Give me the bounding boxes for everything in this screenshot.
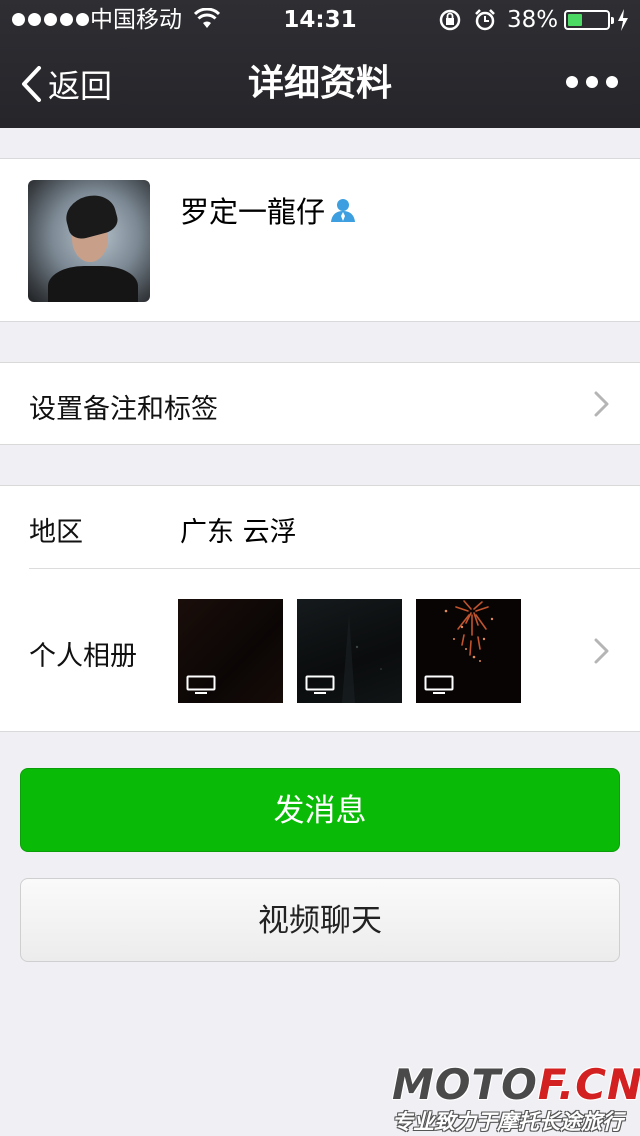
video-chat-button[interactable]: 视频聊天 — [20, 878, 620, 962]
send-message-button[interactable]: 发消息 — [20, 768, 620, 852]
profile-card: 罗定一龍仔 — [0, 158, 640, 322]
remark-label: 设置备注和标签 — [29, 394, 218, 425]
charging-bolt-icon — [618, 9, 628, 31]
album-thumbnail[interactable] — [178, 599, 283, 703]
navigation-bar: 返回 详细资料 — [0, 40, 640, 128]
nickname: 罗定一龍仔 — [180, 195, 326, 229]
divider — [29, 568, 640, 569]
video-tv-icon — [424, 675, 454, 694]
alarm-icon — [475, 9, 495, 31]
watermark-brand: MOTOF.CN — [392, 1060, 640, 1109]
page-title: 详细资料 — [247, 63, 392, 104]
watermark-slogan: 专业致力于摩托长途旅行 — [392, 1110, 623, 1134]
album-thumbnail[interactable] — [416, 599, 521, 703]
region-label: 地区 — [29, 517, 83, 548]
watermark: MOTOF.CN 专业致力于摩托长途旅行 — [392, 1060, 640, 1136]
status-bar: 中国移动 14:31 38% — [0, 0, 640, 40]
avatar[interactable] — [28, 180, 150, 302]
contact-person-icon — [331, 199, 356, 222]
video-tv-icon — [305, 675, 335, 694]
more-options-button[interactable] — [566, 76, 618, 88]
set-remark-and-tags-row[interactable]: 设置备注和标签 — [0, 362, 640, 445]
nickname-row: 罗定一龍仔 — [180, 189, 357, 231]
top-bar: 中国移动 14:31 38% 返回 详细资料 — [0, 0, 640, 128]
rotation-lock-icon — [439, 9, 461, 31]
battery-percentage: 38% — [507, 7, 559, 33]
video-tv-icon — [186, 675, 216, 694]
chevron-right-icon — [594, 638, 609, 664]
info-card: 地区 广东 云浮 个人相册 — [0, 485, 640, 732]
chevron-right-icon — [594, 391, 609, 417]
album-label: 个人相册 — [29, 641, 137, 672]
album-thumbnail[interactable] — [297, 599, 402, 703]
battery-icon — [564, 10, 614, 30]
region-value: 广东 云浮 — [180, 517, 297, 548]
